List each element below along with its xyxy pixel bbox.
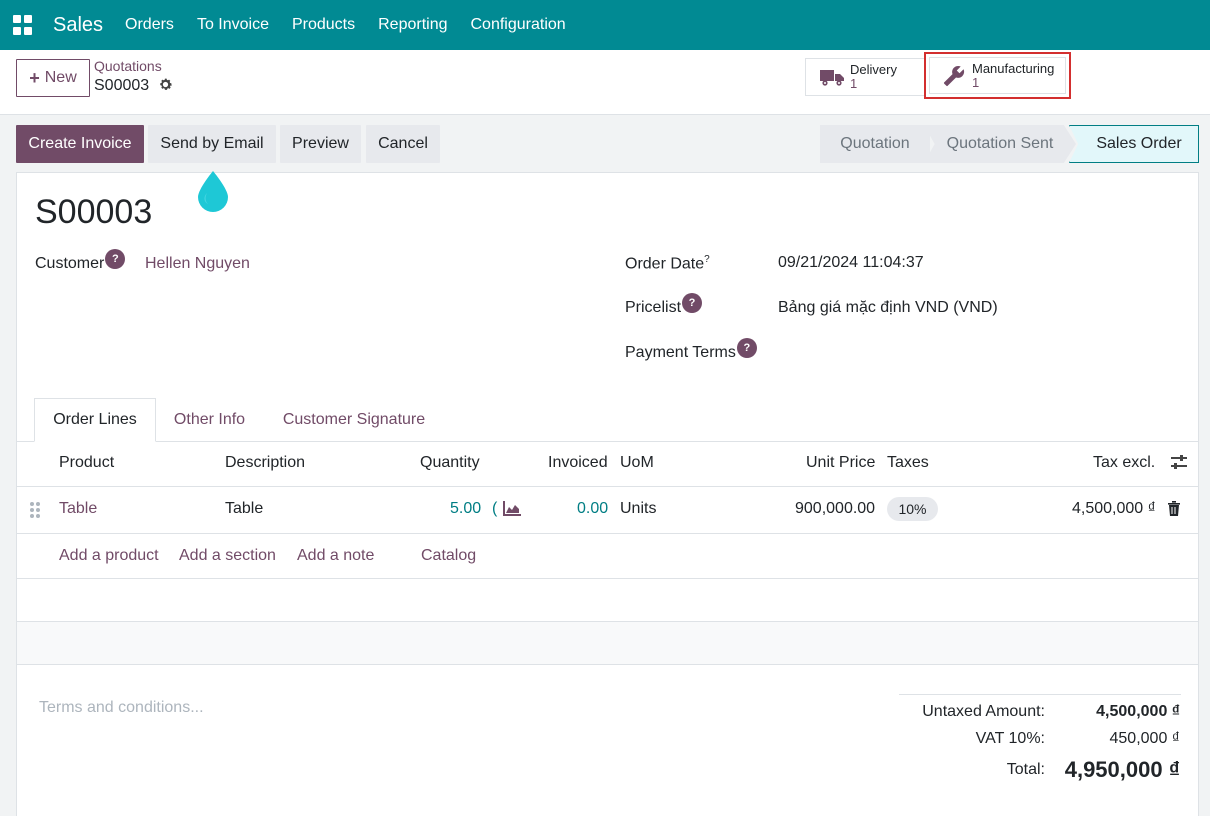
nav-configuration[interactable]: Configuration: [471, 16, 566, 34]
col-invoiced[interactable]: Invoiced: [548, 454, 608, 472]
order-date-field[interactable]: 09/21/2024 11:04:37: [778, 254, 924, 272]
top-navbar: Sales Orders To Invoice Products Reporti…: [0, 0, 1210, 50]
plus-icon: +: [29, 67, 40, 88]
col-uom[interactable]: UoM: [620, 454, 654, 472]
manufacturing-count: 1: [972, 74, 980, 90]
preview-button[interactable]: Preview: [280, 125, 361, 163]
customer-field[interactable]: Hellen Nguyen: [145, 255, 250, 273]
truck-icon: [818, 67, 846, 87]
line-unit-price[interactable]: 900,000.00: [795, 500, 875, 518]
new-button[interactable]: + New: [16, 59, 90, 97]
line-uom[interactable]: Units: [620, 500, 656, 518]
gear-icon[interactable]: [158, 77, 173, 97]
help-icon[interactable]: ?: [736, 338, 757, 358]
delivery-count: 1: [850, 76, 858, 91]
nav-orders[interactable]: Orders: [125, 16, 174, 34]
status-sales-order[interactable]: Sales Order: [1069, 125, 1199, 163]
help-icon[interactable]: ?: [105, 249, 126, 269]
tab-order-lines[interactable]: Order Lines: [34, 398, 156, 442]
total-label: Total:: [1006, 761, 1045, 778]
tax-tag[interactable]: 10%: [887, 497, 938, 521]
add-product-link[interactable]: Add a product: [59, 547, 159, 565]
status-quotation-sent[interactable]: Quotation Sent: [924, 125, 1076, 163]
breadcrumb-record: S00003: [94, 77, 150, 94]
breadcrumb-quotations[interactable]: Quotations: [94, 58, 162, 74]
click-indicator-icon: [197, 171, 229, 213]
tab-other-info[interactable]: Other Info: [167, 398, 252, 442]
table-row[interactable]: Table Table 5.00 ( 0.00 Units 900,000.00…: [17, 487, 1198, 534]
nav-reporting[interactable]: Reporting: [378, 16, 447, 34]
col-quantity[interactable]: Quantity: [420, 454, 480, 472]
help-icon[interactable]: ?: [682, 293, 703, 313]
empty-row: [17, 579, 1198, 622]
line-subtotal: 4,500,000 ₫: [1072, 500, 1156, 517]
order-date-label: Order Date?: [625, 254, 710, 273]
nav-to-invoice[interactable]: To Invoice: [197, 16, 269, 34]
send-by-email-button[interactable]: Send by Email: [148, 125, 276, 163]
column-settings-icon[interactable]: [1170, 453, 1188, 476]
status-quotation[interactable]: Quotation: [820, 125, 930, 163]
drag-handle-icon[interactable]: [29, 501, 41, 524]
trash-icon[interactable]: [1168, 501, 1180, 521]
pricelist-label: Pricelist?: [625, 293, 703, 319]
line-product[interactable]: Table: [59, 500, 97, 518]
line-invoiced: 0.00: [577, 500, 609, 517]
vat-label: VAT 10%:: [975, 730, 1045, 747]
customer-label: Customer?: [35, 249, 126, 275]
line-description[interactable]: Table: [225, 500, 263, 518]
app-brand[interactable]: Sales: [53, 14, 103, 37]
col-tax-excl[interactable]: Tax excl.: [1093, 454, 1155, 472]
manufacturing-label: Manufacturing: [972, 60, 1055, 76]
info-icon[interactable]: (: [492, 500, 497, 518]
apps-grid-icon[interactable]: [13, 15, 33, 35]
delivery-label: Delivery: [850, 62, 897, 77]
order-lines-header: Product Description Quantity Invoiced Uo…: [17, 442, 1198, 487]
new-button-label: New: [44, 69, 77, 86]
untaxed-amount: 4,500,000 ₫: [1096, 703, 1180, 720]
control-panel: + New Quotations S00003 Delivery 1 Manufa…: [0, 50, 1210, 115]
col-product[interactable]: Product: [59, 454, 114, 472]
catalog-link[interactable]: Catalog: [421, 547, 476, 565]
untaxed-label: Untaxed Amount:: [922, 703, 1045, 720]
delivery-smart-button[interactable]: Delivery 1: [805, 58, 925, 96]
total-amount: 4,950,000 ₫: [1064, 757, 1180, 782]
col-description[interactable]: Description: [225, 454, 305, 472]
pricelist-field[interactable]: Bảng giá mặc định VND (VND): [778, 299, 998, 317]
col-taxes[interactable]: Taxes: [887, 454, 929, 472]
wrench-icon: [940, 65, 968, 87]
payment-terms-label: Payment Terms?: [625, 338, 757, 364]
col-unit-price[interactable]: Unit Price: [806, 454, 875, 472]
vat-amount: 450,000 ₫: [1109, 730, 1181, 747]
line-quantity[interactable]: 5.00: [450, 500, 481, 518]
forecast-chart-icon[interactable]: [503, 501, 521, 521]
cancel-button[interactable]: Cancel: [366, 125, 440, 163]
tab-customer-signature[interactable]: Customer Signature: [279, 398, 429, 442]
form-sheet: S00003 Customer? Hellen Nguyen Order Dat…: [16, 172, 1199, 816]
order-title: S00003: [35, 193, 153, 231]
add-note-link[interactable]: Add a note: [297, 547, 374, 565]
terms-input[interactable]: Terms and conditions...: [39, 699, 204, 717]
add-section-link[interactable]: Add a section: [179, 547, 276, 565]
totals-divider: [899, 694, 1181, 695]
empty-row: [17, 622, 1198, 665]
nav-products[interactable]: Products: [292, 16, 355, 34]
manufacturing-smart-button[interactable]: Manufacturing 1: [924, 52, 1071, 99]
create-invoice-button[interactable]: Create Invoice: [16, 125, 144, 163]
add-line-row: Add a product Add a section Add a note C…: [17, 534, 1198, 579]
